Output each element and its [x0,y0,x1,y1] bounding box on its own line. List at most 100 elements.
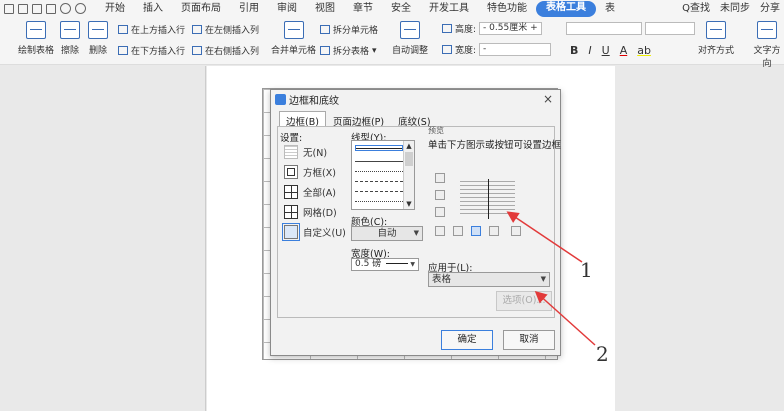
border-custom-icon [282,223,300,241]
insert-row-below-icon [118,46,128,55]
merge-cells-icon [283,21,304,39]
line-style-dash-dot[interactable] [355,191,403,192]
share-button[interactable]: 分享 [760,0,780,17]
col-width-input[interactable]: - [479,43,552,56]
erase-button[interactable]: 擦除 [60,21,80,56]
setting-all[interactable]: 全部(A) [284,185,336,199]
setting-custom[interactable]: 自定义(U) [282,223,346,241]
preview-vertical-border [488,179,489,219]
menu-tab-page-layout[interactable]: 页面布局 [172,0,230,17]
insert-row-above-button[interactable]: 在上方插入行 [118,23,185,36]
print-preview-icon[interactable] [46,3,56,14]
italic-button[interactable]: I [588,44,591,57]
close-icon[interactable]: × [543,92,553,106]
app-logo-icon [275,93,286,105]
insert-col-right-button[interactable]: 在右侧插入列 [192,44,259,57]
menu-tab-developer[interactable]: 开发工具 [420,0,478,17]
inside-horizontal-border-button[interactable] [435,190,445,200]
menu-tab-special[interactable]: 特色功能 [478,0,536,17]
diagonal-up-border-button[interactable] [511,226,521,236]
row-height-icon [442,24,452,33]
insert-col-left-button[interactable]: 在左侧插入列 [192,23,259,36]
ribbon: 绘制表格 擦除 删除 在上方插入行 在下方插入行 在左侧插入列 在右侧插入列 合… [0,17,784,69]
options-button[interactable]: 选项(O)... [496,291,552,311]
sync-status[interactable]: 未同步 [720,0,750,17]
menu-tab-review[interactable]: 审阅 [268,0,306,17]
setting-box[interactable]: 方框(X) [284,165,336,179]
diagonal-down-border-button[interactable] [435,226,445,236]
line-style-solid-selected[interactable] [355,145,403,151]
menu-tab-start[interactable]: 开始 [96,0,134,17]
color-select[interactable]: 自动 ▼ [351,226,423,241]
annotation-label-2: 2 [596,342,609,366]
row-height-input[interactable]: - 0.55厘米 + [479,22,542,35]
line-style-dash-dot-dot[interactable] [355,201,403,202]
split-cell-button[interactable]: 拆分单元格 [320,23,378,36]
setting-none[interactable]: 无(N) [284,145,327,159]
font-color-button[interactable]: A [620,44,628,57]
scroll-down-icon[interactable]: ▼ [404,199,414,209]
insert-row-below-button[interactable]: 在下方插入行 [118,44,185,57]
menu-tab-table-tools[interactable]: 表格工具 [536,1,596,17]
draw-table-button[interactable]: 绘制表格 [18,21,54,56]
width-line-sample [386,263,409,264]
left-border-button[interactable] [453,226,463,236]
export-icon[interactable] [18,3,28,14]
merge-cells-button[interactable]: 合并单元格 [271,21,316,56]
menu-tab-table-style[interactable]: 表 [596,0,624,17]
menu-tab-view[interactable]: 视图 [306,0,344,17]
line-style-solid[interactable] [355,161,403,162]
border-preview[interactable] [433,163,545,249]
chevron-down-icon: ▼ [410,261,415,268]
menu-tab-chapter[interactable]: 章节 [344,0,382,17]
delete-table-icon [88,21,108,39]
line-style-list[interactable]: ▲ ▼ [351,140,415,210]
text-direction-button[interactable]: 文字方向 [750,21,784,69]
auto-fit-button[interactable]: 自动调整 [392,21,428,56]
font-family-select[interactable] [566,22,695,35]
ok-button[interactable]: 确定 [441,330,493,350]
undo-icon[interactable] [60,3,71,14]
font-size-select[interactable] [645,22,695,35]
auto-fit-icon [400,21,420,39]
bold-button[interactable]: B [570,44,578,57]
insert-row-above-icon [118,25,128,34]
split-table-button[interactable]: 拆分表格 ▾ [320,44,377,57]
preview-hint: 单击下方图示或按钮可设置边框 [428,140,562,151]
menu-tab-security[interactable]: 安全 [382,0,420,17]
bottom-border-button[interactable] [435,207,445,217]
col-width-control: 宽度: - [442,43,552,56]
align-button[interactable]: 对齐方式 [698,21,734,56]
split-table-icon [320,46,330,55]
border-box-icon [284,165,298,179]
chevron-down-icon: ▼ [413,229,419,237]
page-shadow [205,66,206,411]
search-button[interactable]: Q查找 [682,0,710,17]
scroll-thumb[interactable] [405,152,413,166]
print-icon[interactable] [32,3,42,14]
eraser-icon [60,21,80,39]
menu-right: Q查找 未同步 分享 [682,0,780,17]
scroll-up-icon[interactable]: ▲ [404,141,414,151]
cancel-button[interactable]: 取消 [503,330,555,350]
underline-button[interactable]: U [602,44,610,57]
redo-icon[interactable] [75,3,86,14]
menu-tab-insert[interactable]: 插入 [134,0,172,17]
width-select[interactable]: 0.5 磅 ▼ [351,258,419,271]
dialog-title: 边框和底纹 [289,95,339,107]
top-border-button[interactable] [435,173,445,183]
line-style-dashed[interactable] [355,181,403,182]
right-border-button[interactable] [489,226,499,236]
delete-button[interactable]: 删除 [88,21,108,56]
inside-vertical-border-button[interactable] [471,226,481,236]
insert-col-left-icon [192,25,202,34]
line-style-scrollbar[interactable]: ▲ ▼ [403,141,414,209]
line-style-dotted[interactable] [355,171,403,172]
preview-section: 预览 单击下方图示或按钮可设置边框 应用于(L): 表格 ▼ 选项(O)... [424,126,561,317]
highlight-button[interactable]: ab [637,44,651,57]
setting-grid[interactable]: 网格(D) [284,205,337,219]
save-icon[interactable] [4,3,14,14]
menu-tab-reference[interactable]: 引用 [230,0,268,17]
apply-to-select[interactable]: 表格 ▼ [428,272,550,287]
border-none-icon [284,145,298,159]
